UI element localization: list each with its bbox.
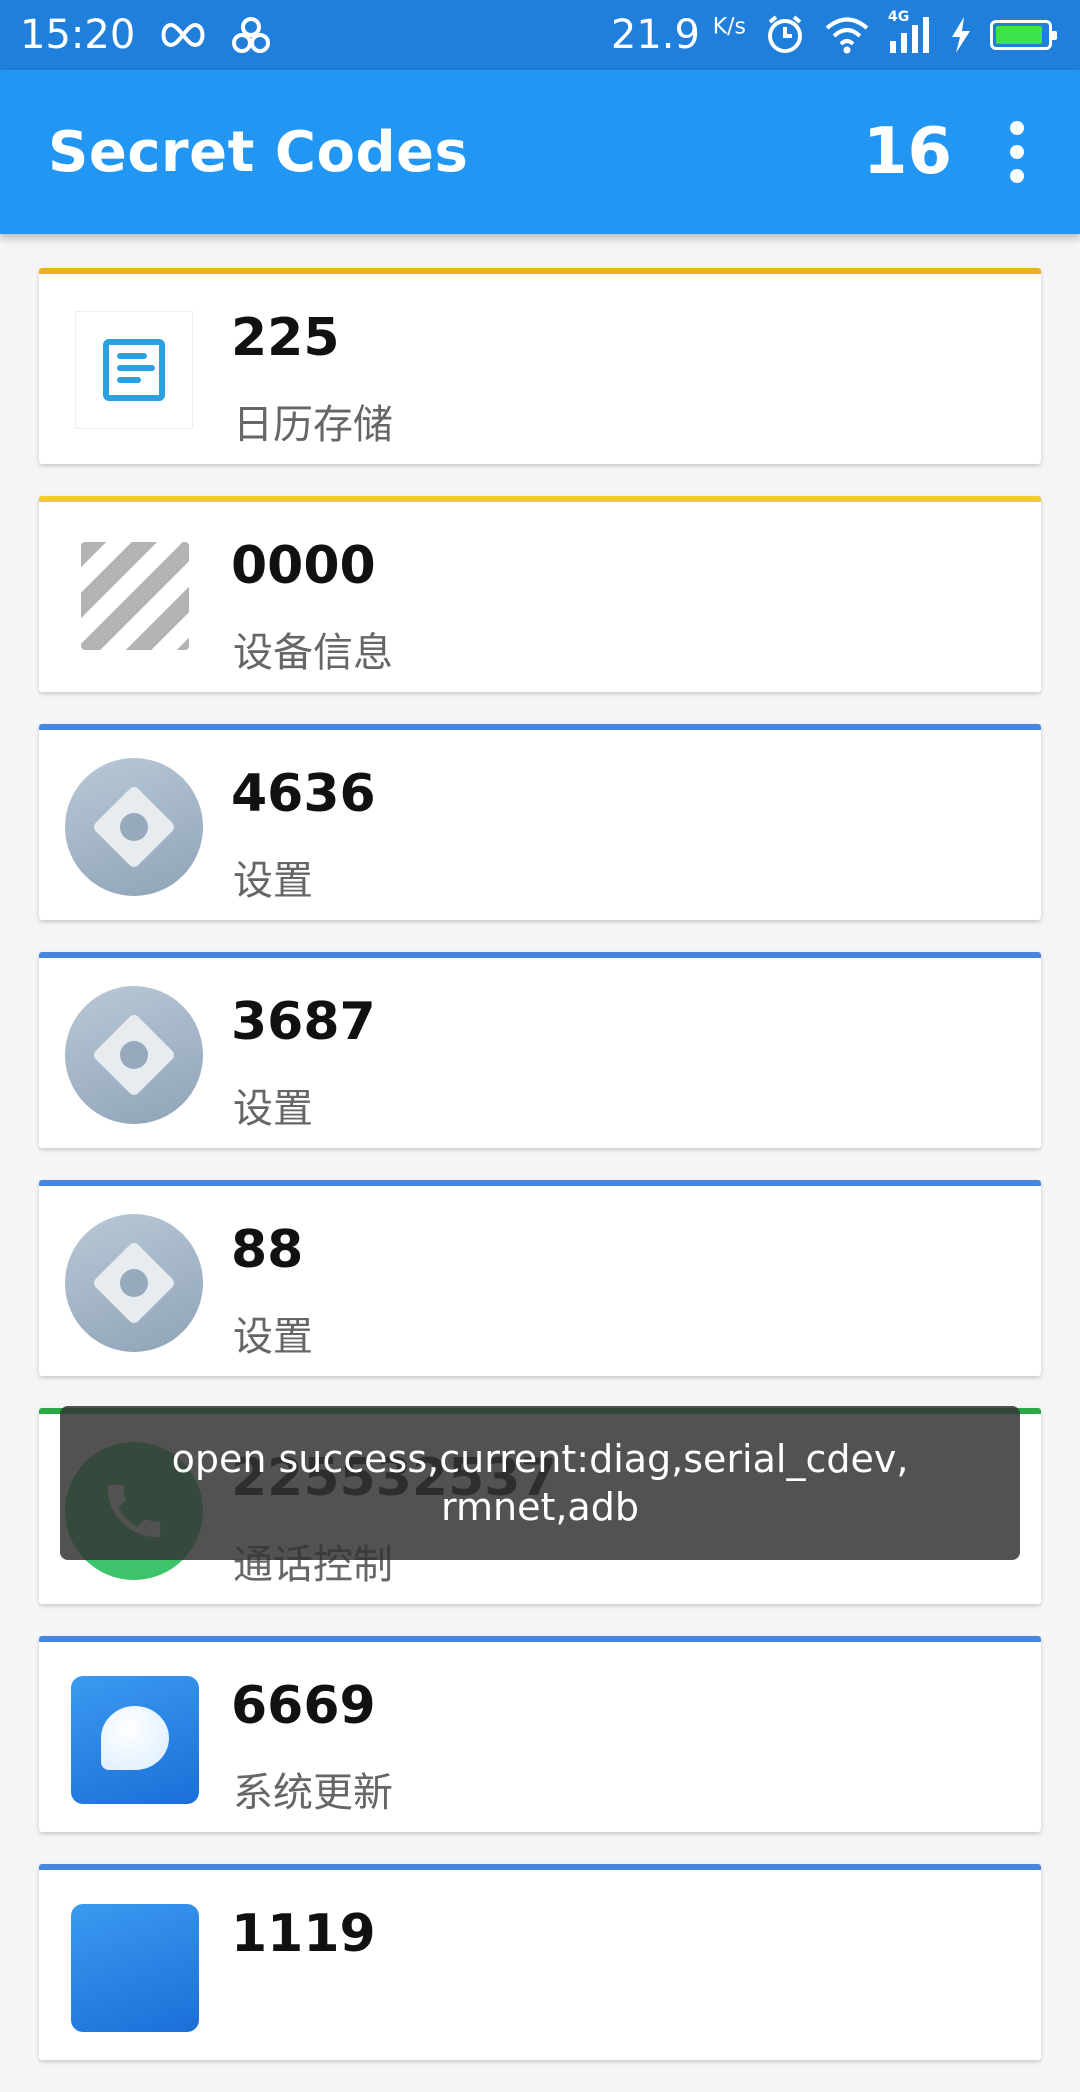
- wifi-icon: [824, 15, 870, 55]
- toast-text: open success,current:diag,serial_cdev, r…: [171, 1437, 909, 1529]
- overflow-menu-button[interactable]: [1002, 113, 1032, 191]
- code-number: 1119: [231, 1904, 376, 1964]
- settings-icon: [65, 986, 203, 1124]
- code-card[interactable]: 4636 设置: [39, 724, 1041, 920]
- status-bar: 15:20 21.9 K/s 4G: [0, 0, 1080, 70]
- code-count: 16: [862, 115, 952, 189]
- app-icon: [71, 1904, 199, 2032]
- charging-icon: [950, 17, 972, 53]
- dot-icon: [1010, 145, 1024, 159]
- code-card[interactable]: 1119: [39, 1864, 1041, 2060]
- status-time: 15:20: [20, 12, 136, 58]
- infinity-icon: [157, 20, 209, 50]
- code-card[interactable]: 0000 设备信息: [39, 496, 1041, 692]
- dot-icon: [1010, 121, 1024, 135]
- code-card[interactable]: 6669 系统更新: [39, 1636, 1041, 1832]
- device-info-icon: [81, 542, 189, 650]
- code-description: 设置: [233, 858, 313, 904]
- system-update-icon: [71, 1676, 199, 1804]
- settings-icon: [65, 1214, 203, 1352]
- calendar-storage-icon: [75, 311, 193, 429]
- app-bar: Secret Codes 16: [0, 70, 1080, 234]
- code-card[interactable]: 88 设置: [39, 1180, 1041, 1376]
- code-description: 设置: [233, 1314, 313, 1360]
- code-number: 3687: [231, 992, 376, 1052]
- pinwheel-icon: [231, 15, 271, 55]
- code-description: 设置: [233, 1086, 313, 1132]
- code-number: 225: [231, 308, 340, 368]
- dot-icon: [1010, 169, 1024, 183]
- settings-icon: [65, 758, 203, 896]
- alarm-icon: [764, 14, 806, 56]
- code-description: 日历存储: [233, 402, 393, 448]
- network-speed: 21.9 K/s: [610, 12, 746, 58]
- code-number: 6669: [231, 1676, 376, 1736]
- code-number: 4636: [231, 764, 376, 824]
- signal-icon: 4G: [888, 9, 932, 55]
- code-number: 0000: [231, 536, 376, 596]
- secret-code-list: 225 日历存储 0000 设备信息 4636 设置 3687 设置 88 设置…: [39, 268, 1041, 2092]
- code-description: 设备信息: [233, 630, 393, 676]
- app-title: Secret Codes: [48, 119, 469, 185]
- code-description: 系统更新: [233, 1770, 393, 1816]
- code-number: 88: [231, 1220, 304, 1280]
- toast-message: open success,current:diag,serial_cdev, r…: [60, 1406, 1020, 1560]
- code-card[interactable]: 225 日历存储: [39, 268, 1041, 464]
- code-card[interactable]: 3687 设置: [39, 952, 1041, 1148]
- battery-icon: [990, 20, 1057, 50]
